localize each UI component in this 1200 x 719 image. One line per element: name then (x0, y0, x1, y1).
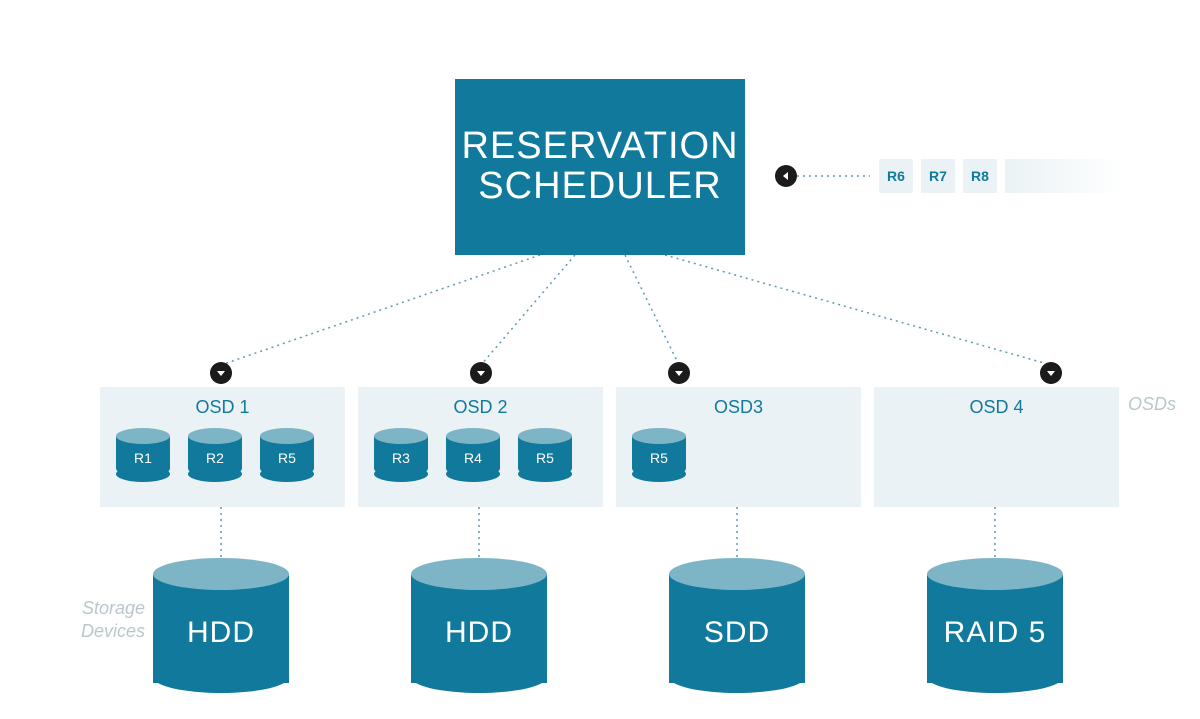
arrow-left-icon (775, 165, 797, 187)
arrow-down-icon (668, 362, 690, 384)
reservation-label: R5 (632, 450, 686, 466)
osd-label: OSD 4 (874, 397, 1119, 418)
storage-label: HDD (411, 616, 547, 650)
queue-item-label: R6 (887, 168, 905, 184)
osd-label: OSD3 (616, 397, 861, 418)
reservation-scheduler-block: RESERVATION SCHEDULER (455, 79, 745, 255)
reservation-label: R2 (188, 450, 242, 466)
storage-device: HDD (153, 558, 289, 683)
storage-row-label: Storage Devices (65, 597, 145, 642)
osd-panel-4: OSD 4 (874, 387, 1119, 507)
scheduler-title: RESERVATION SCHEDULER (461, 127, 738, 207)
arrow-down-icon (210, 362, 232, 384)
storage-device: RAID 5 (927, 558, 1063, 683)
queue-item: R7 (921, 159, 955, 193)
reservation-label: R1 (116, 450, 170, 466)
reservation-cylinder: R5 (518, 428, 572, 478)
osd-panel-3: OSD3 R5 (616, 387, 861, 507)
reservation-label: R3 (374, 450, 428, 466)
storage-label: SDD (669, 616, 805, 650)
arrow-down-icon (470, 362, 492, 384)
osd-label: OSD 1 (100, 397, 345, 418)
queue-item-label: R8 (971, 168, 989, 184)
reservation-label: R5 (260, 450, 314, 466)
osd-panel-2: OSD 2 R3 R4 R5 (358, 387, 603, 507)
osds-row-label: OSDs (1128, 393, 1176, 416)
queue-fade (1005, 159, 1125, 193)
reservation-cylinder: R5 (260, 428, 314, 478)
reservation-cylinder: R2 (188, 428, 242, 478)
storage-label: HDD (153, 616, 289, 650)
reservation-label: R5 (518, 450, 572, 466)
storage-device: SDD (669, 558, 805, 683)
reservation-cylinder: R3 (374, 428, 428, 478)
queue-item: R8 (963, 159, 997, 193)
reservation-label: R4 (446, 450, 500, 466)
storage-device: HDD (411, 558, 547, 683)
reservation-cylinder: R5 (632, 428, 686, 478)
queue-item-label: R7 (929, 168, 947, 184)
osd-label: OSD 2 (358, 397, 603, 418)
osd-panel-1: OSD 1 R1 R2 R5 (100, 387, 345, 507)
reservation-cylinder: R1 (116, 428, 170, 478)
storage-label: RAID 5 (927, 616, 1063, 650)
arrow-down-icon (1040, 362, 1062, 384)
queue-item: R6 (879, 159, 913, 193)
reservation-cylinder: R4 (446, 428, 500, 478)
